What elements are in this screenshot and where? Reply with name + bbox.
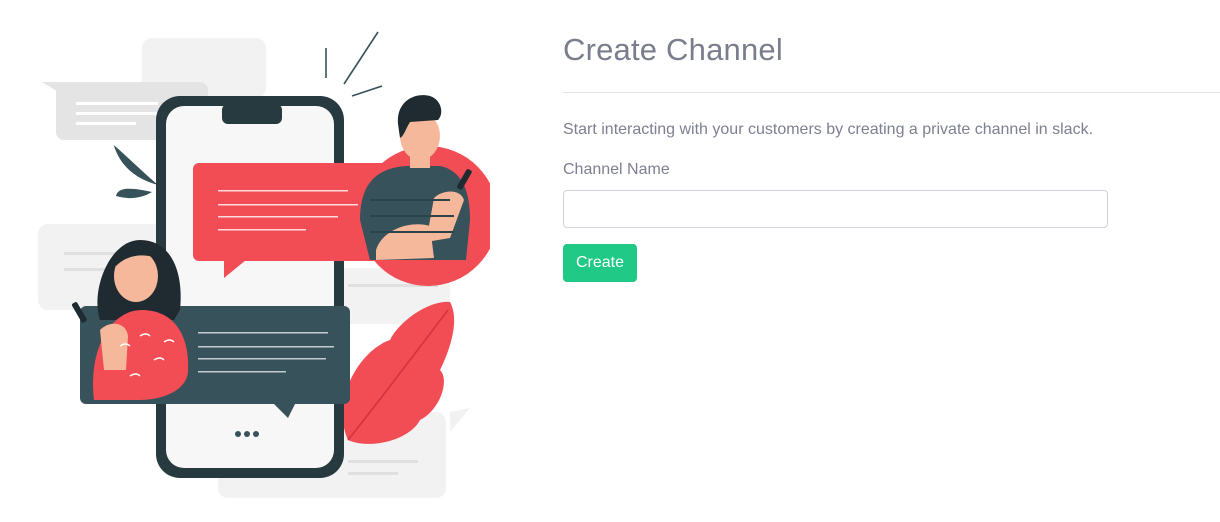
motion-lines: [325, 31, 383, 97]
page-title: Create Channel: [563, 32, 783, 67]
leaf-icon-dark: [113, 145, 161, 211]
chat-illustration: [30, 20, 498, 510]
channel-name-input[interactable]: [563, 190, 1108, 228]
create-button[interactable]: Create: [563, 244, 637, 282]
page-description: Start interacting with your customers by…: [563, 121, 1094, 138]
person-icon-man: [358, 95, 498, 286]
title-divider: [563, 92, 1220, 93]
create-channel-form: Create Channel Start interacting with yo…: [563, 0, 1220, 522]
phone-icon: [156, 96, 344, 478]
channel-name-label: Channel Name: [563, 161, 670, 178]
phone-chat-illustration: [38, 31, 498, 498]
